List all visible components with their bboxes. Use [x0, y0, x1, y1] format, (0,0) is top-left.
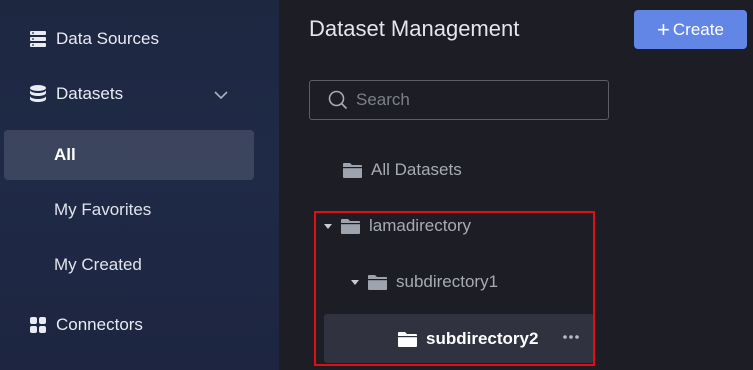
chevron-down-icon[interactable]: [212, 86, 230, 104]
main-panel: Dataset Management + Create All Datasets…: [279, 0, 753, 370]
tree-node-subdirectory1[interactable]: subdirectory1: [350, 270, 498, 294]
folder-icon: [398, 331, 417, 347]
tree-node-label: All Datasets: [371, 160, 462, 179]
tree-node-lamadirectory[interactable]: lamadirectory: [323, 214, 471, 238]
sidebar: Data Sources Datasets All My Favorites M…: [0, 0, 279, 370]
search-icon: [328, 90, 348, 110]
sidebar-subitem-label: All: [54, 145, 76, 164]
tree-node-subdirectory2[interactable]: subdirectory2: [324, 314, 594, 363]
search-box[interactable]: [309, 80, 609, 120]
sidebar-subitem-my-created[interactable]: My Created: [4, 240, 254, 290]
sidebar-item-connectors[interactable]: Connectors: [0, 305, 279, 345]
sidebar-item-label: Data Sources: [56, 29, 159, 48]
connectors-icon: [28, 315, 48, 335]
plus-icon: +: [657, 16, 670, 42]
datasets-icon: [28, 84, 48, 104]
caret-down-icon[interactable]: [323, 221, 333, 231]
tree-node-label: subdirectory1: [396, 272, 499, 291]
tree-node-label: lamadirectory: [369, 216, 472, 235]
sidebar-subitem-label: My Created: [54, 255, 142, 274]
tree-node-label: subdirectory2: [426, 328, 539, 348]
sidebar-item-label: Connectors: [56, 315, 143, 334]
create-button[interactable]: + Create: [634, 10, 747, 49]
folder-icon: [341, 219, 360, 234]
sidebar-subitem-label: My Favorites: [54, 200, 152, 219]
caret-down-icon[interactable]: [350, 277, 360, 287]
sidebar-item-data-sources[interactable]: Data Sources: [0, 19, 279, 59]
search-input[interactable]: [354, 89, 588, 111]
tree-node-all-datasets[interactable]: All Datasets: [343, 158, 462, 182]
sidebar-subitem-all[interactable]: All: [4, 130, 254, 180]
create-button-label: Create: [672, 19, 724, 39]
folder-icon: [368, 275, 387, 290]
page-title: Dataset Management: [309, 16, 520, 41]
more-options-icon[interactable]: [562, 334, 580, 340]
sidebar-item-datasets[interactable]: Datasets: [0, 74, 279, 114]
database-list-icon: [28, 29, 48, 49]
sidebar-subitem-my-favorites[interactable]: My Favorites: [4, 185, 254, 235]
sidebar-item-label: Datasets: [56, 84, 124, 103]
folder-icon: [343, 163, 362, 178]
